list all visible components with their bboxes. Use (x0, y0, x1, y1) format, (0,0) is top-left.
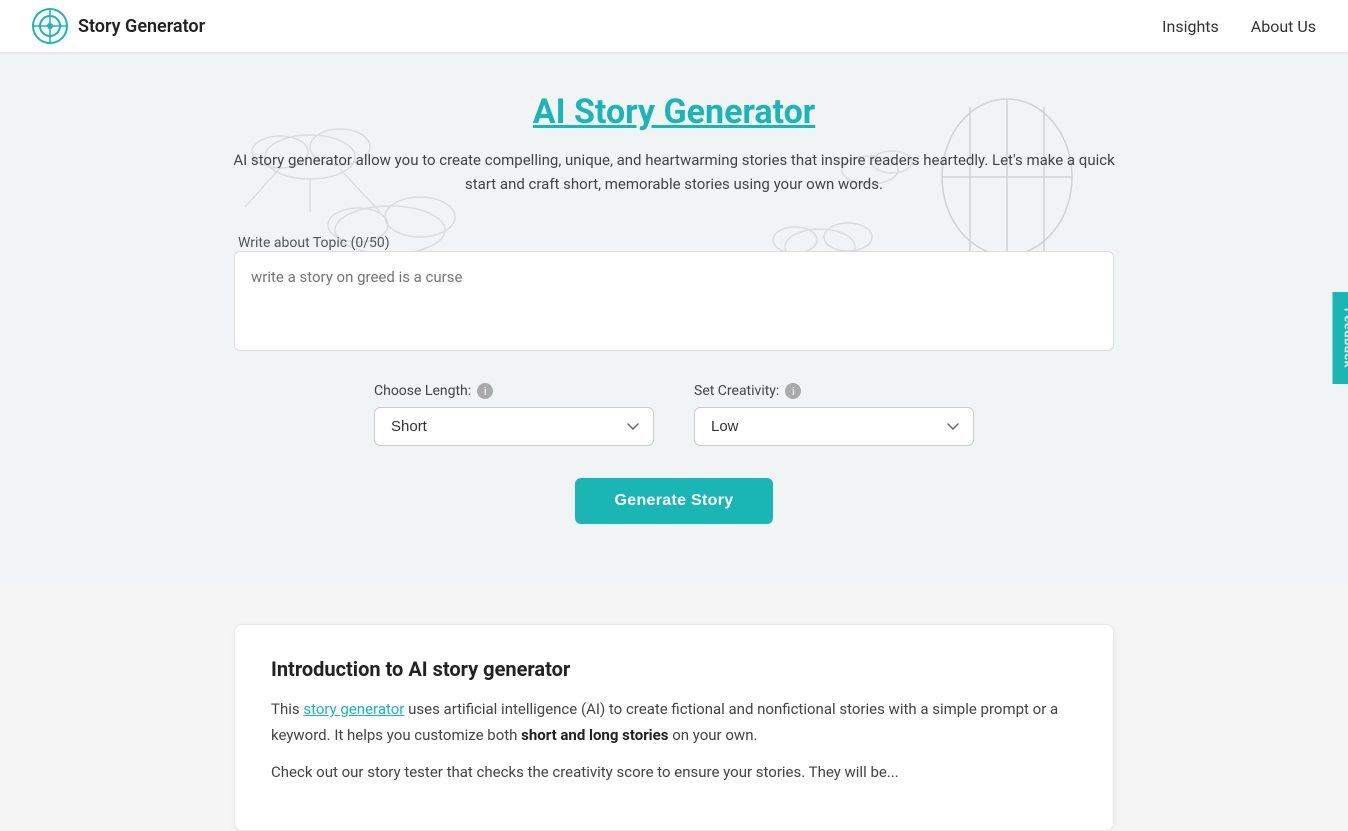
info-paragraph1-before-link: This (271, 700, 303, 718)
length-control-group: Choose Length: i Short Medium Long (374, 383, 654, 446)
hero-title: AI Story Generator (20, 92, 1328, 132)
info-section: Introduction to AI story generator This … (0, 584, 1348, 831)
creativity-select[interactable]: Low Medium High (694, 407, 974, 446)
info-paragraph1-end: on your own. (668, 726, 757, 744)
brand-name: Story Generator (78, 16, 205, 37)
brand-logo-icon (32, 8, 68, 44)
info-bold-text: short and long stories (521, 726, 668, 744)
brand-logo-link[interactable]: Story Generator (32, 8, 205, 44)
info-card-title: Introduction to AI story generator (271, 657, 1077, 681)
length-info-icon[interactable]: i (477, 383, 493, 399)
info-card-paragraph1: This story generator uses artificial int… (271, 697, 1077, 748)
controls-row: Choose Length: i Short Medium Long Set C… (234, 383, 1114, 446)
creativity-control-group: Set Creativity: i Low Medium High (694, 383, 974, 446)
navbar-links: Insights About Us (1162, 17, 1316, 36)
length-select[interactable]: Short Medium Long (374, 407, 654, 446)
hero-section: AI Story Generator AI story generator al… (20, 92, 1328, 196)
story-generator-link[interactable]: story generator (303, 700, 404, 718)
navbar-link-about-us[interactable]: About Us (1251, 17, 1316, 36)
hero-subtitle: AI story generator allow you to create c… (224, 148, 1124, 196)
info-card: Introduction to AI story generator This … (234, 624, 1114, 831)
form-section: Write about Topic (0/50) Choose Length: … (234, 232, 1114, 524)
info-card-paragraph2: Check out our story tester that checks t… (271, 760, 1077, 786)
topic-label: Write about Topic (0/50) (238, 235, 390, 251)
generate-story-button[interactable]: Generate Story (575, 478, 774, 524)
navbar-link-insights[interactable]: Insights (1162, 17, 1219, 36)
main-container: AI Story Generator AI story generator al… (0, 52, 1348, 584)
topic-textarea[interactable] (234, 251, 1114, 351)
creativity-label: Set Creativity: i (694, 383, 974, 399)
creativity-info-icon[interactable]: i (785, 383, 801, 399)
length-label: Choose Length: i (374, 383, 654, 399)
navbar: Story Generator Insights About Us (0, 0, 1348, 52)
feedback-tab[interactable]: Feedback (1333, 292, 1348, 384)
